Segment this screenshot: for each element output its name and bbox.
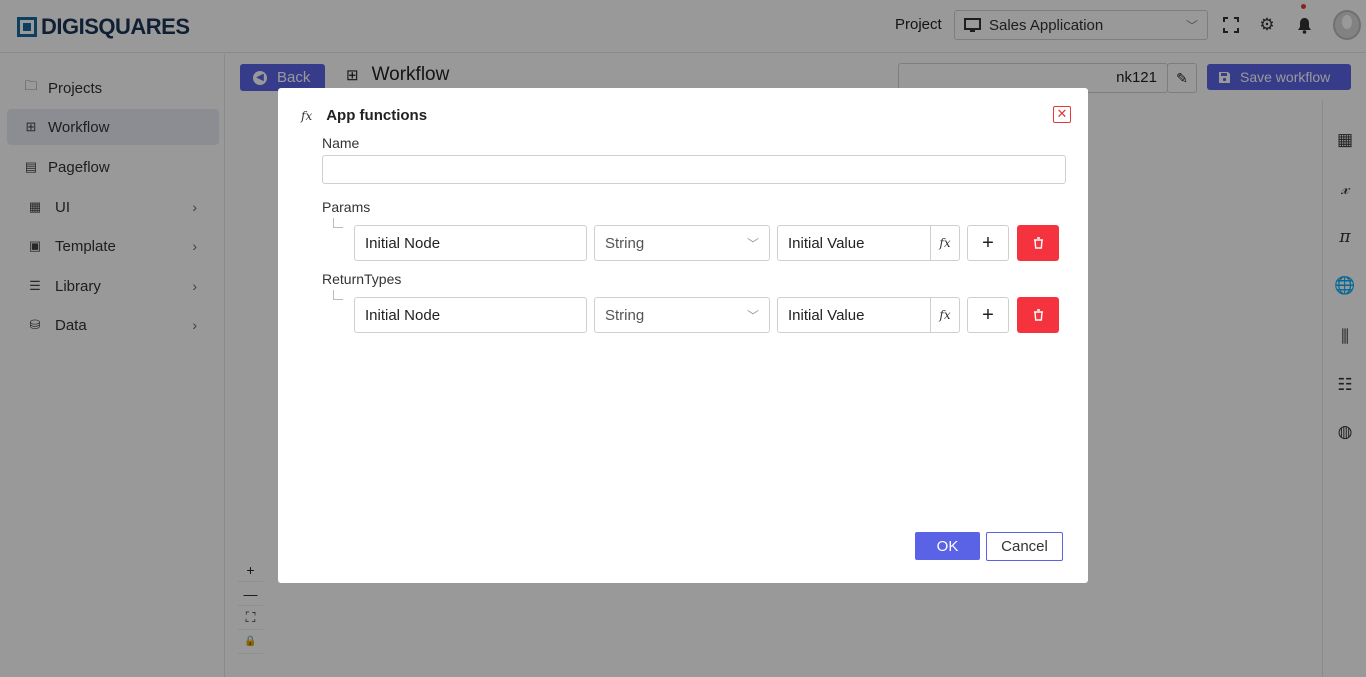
params-label: Params [322, 199, 371, 215]
function-icon: fx [301, 108, 313, 123]
delete-param-button[interactable] [1017, 225, 1059, 261]
dialog-title-text: App functions [326, 107, 428, 124]
trash-icon [1033, 237, 1043, 249]
param-type-select[interactable]: String ﹀ [594, 225, 770, 261]
tree-connector [333, 290, 343, 300]
delete-return-type-button[interactable] [1017, 297, 1059, 333]
return-node-input[interactable]: Initial Node [354, 297, 587, 333]
name-label: Name [322, 135, 360, 151]
add-param-button[interactable]: + [967, 225, 1009, 261]
tree-connector [333, 218, 343, 228]
close-icon[interactable]: ✕ [1053, 106, 1071, 123]
add-return-type-button[interactable]: + [967, 297, 1009, 333]
return-type-select[interactable]: String ﹀ [594, 297, 770, 333]
function-icon: fx [939, 308, 951, 322]
trash-icon [1033, 309, 1043, 321]
param-value-input[interactable]: Initial Value [777, 225, 931, 261]
param-node-input[interactable]: Initial Node [354, 225, 587, 261]
name-input[interactable] [322, 155, 1066, 184]
param-fx-button[interactable]: fx [930, 225, 960, 261]
chevron-down-icon: ﹀ [746, 309, 759, 323]
return-types-label: ReturnTypes [322, 271, 402, 287]
param-type-value: String [605, 234, 645, 252]
app-functions-dialog: fx App functions ✕ Name Params Initial N… [278, 88, 1088, 583]
return-value-input[interactable]: Initial Value [777, 297, 931, 333]
function-icon: fx [939, 236, 951, 250]
cancel-button[interactable]: Cancel [986, 532, 1063, 561]
return-fx-button[interactable]: fx [930, 297, 960, 333]
ok-button[interactable]: OK [915, 532, 980, 560]
return-type-value: String [605, 306, 645, 324]
dialog-title: fx App functions [301, 107, 427, 124]
chevron-down-icon: ﹀ [746, 237, 759, 251]
